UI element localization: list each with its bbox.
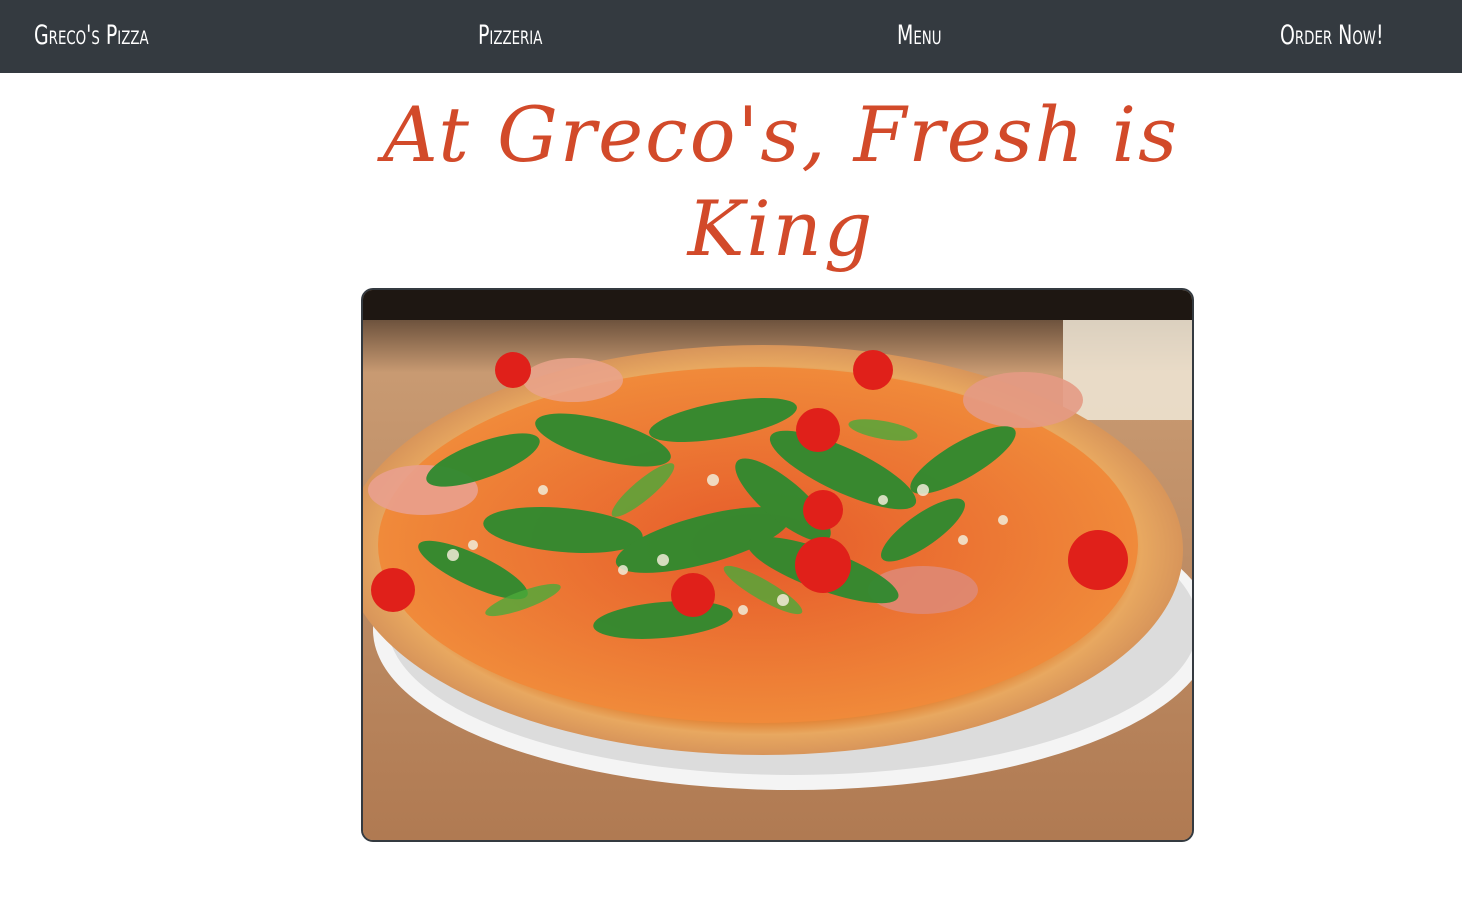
hero-headline: At Greco's, Fresh is King <box>382 90 1180 273</box>
nav-link-menu[interactable]: Menu <box>897 16 942 56</box>
nav-link-pizzeria[interactable]: Pizzeria <box>478 16 542 56</box>
brand-link[interactable]: Greco's Pizza <box>34 16 149 56</box>
navbar: Greco's Pizza Pizzeria Menu Order Now! <box>0 0 1462 73</box>
nav-link-order-now[interactable]: Order Now! <box>1280 16 1384 56</box>
pizza-photo <box>361 288 1194 842</box>
pizza-image <box>363 290 1192 840</box>
